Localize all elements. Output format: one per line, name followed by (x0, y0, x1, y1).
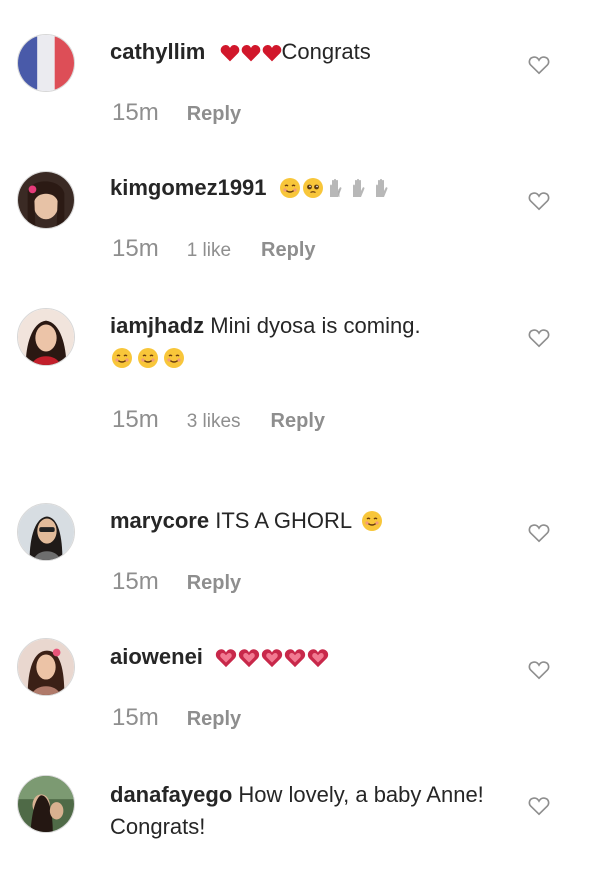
red-heart-icon (262, 43, 282, 63)
comment-meta: 15m Reply (112, 568, 241, 598)
username-link[interactable]: marycore (110, 508, 209, 533)
reply-button[interactable]: Reply (187, 708, 241, 730)
avatar[interactable] (17, 308, 75, 366)
username-link[interactable]: danafayego (110, 782, 232, 807)
likes-count[interactable]: 1 like (187, 240, 231, 261)
smiling-face-icon (111, 347, 133, 369)
timestamp: 15m (112, 406, 159, 433)
username-link[interactable]: cathyllim (110, 39, 205, 64)
sparkling-heart-icon (215, 648, 237, 668)
comment-body: Mini dyosa is coming. (210, 313, 421, 338)
comment-body: Congrats (281, 39, 371, 64)
avatar[interactable] (17, 775, 75, 833)
reply-button[interactable]: Reply (271, 410, 325, 432)
raised-hands-icon (373, 177, 395, 199)
red-heart-icon (220, 43, 240, 63)
username-link[interactable]: aiowenei (110, 644, 203, 669)
comment-meta: 15m Reply (112, 704, 241, 734)
smiling-face-icon (163, 347, 185, 369)
sparkling-heart-icon (307, 648, 329, 668)
raised-hands-icon (350, 177, 372, 199)
reply-button[interactable]: Reply (261, 239, 315, 261)
comment-text: kimgomez1991 (110, 172, 510, 204)
comment-text: marycore ITS A GHORL (110, 505, 510, 537)
red-heart-icon (241, 43, 261, 63)
like-heart-icon[interactable] (528, 55, 550, 75)
likes-count[interactable]: 3 likes (187, 411, 241, 432)
comments-list: cathyllim Congrats 15m Reply kimgomez1991 (0, 0, 600, 875)
comment-text: iamjhadz Mini dyosa is coming. (110, 310, 510, 374)
comment-meta: 15m Reply (112, 99, 241, 129)
username-link[interactable]: kimgomez1991 (110, 175, 267, 200)
comment-text: aiowenei (110, 641, 510, 673)
like-heart-icon[interactable] (528, 328, 550, 348)
comment-meta: 15m 1 like Reply (112, 235, 316, 265)
timestamp: 15m (112, 704, 159, 731)
avatar[interactable] (17, 503, 75, 561)
sparkling-heart-icon (238, 648, 260, 668)
raised-hands-icon (327, 177, 349, 199)
pleading-face-icon (302, 177, 324, 199)
comment-meta: 15m 3 likes Reply (112, 406, 325, 436)
smiling-face-icon (361, 510, 383, 532)
sparkling-heart-icon (261, 648, 283, 668)
avatar[interactable] (17, 171, 75, 229)
like-heart-icon[interactable] (528, 660, 550, 680)
like-heart-icon[interactable] (528, 191, 550, 211)
comment-text: danafayego How lovely, a baby Anne! Cong… (110, 779, 510, 843)
timestamp: 15m (112, 235, 159, 262)
timestamp: 15m (112, 99, 159, 126)
sparkling-heart-icon (284, 648, 306, 668)
timestamp: 15m (112, 568, 159, 595)
like-heart-icon[interactable] (528, 523, 550, 543)
like-heart-icon[interactable] (528, 796, 550, 816)
reply-button[interactable]: Reply (187, 103, 241, 125)
username-link[interactable]: iamjhadz (110, 313, 204, 338)
avatar[interactable] (17, 34, 75, 92)
comment-text: cathyllim Congrats (110, 36, 510, 68)
comment-body: ITS A GHORL (215, 508, 352, 533)
smiling-face-icon (279, 177, 301, 199)
avatar[interactable] (17, 638, 75, 696)
reply-button[interactable]: Reply (187, 572, 241, 594)
smiling-face-icon (137, 347, 159, 369)
